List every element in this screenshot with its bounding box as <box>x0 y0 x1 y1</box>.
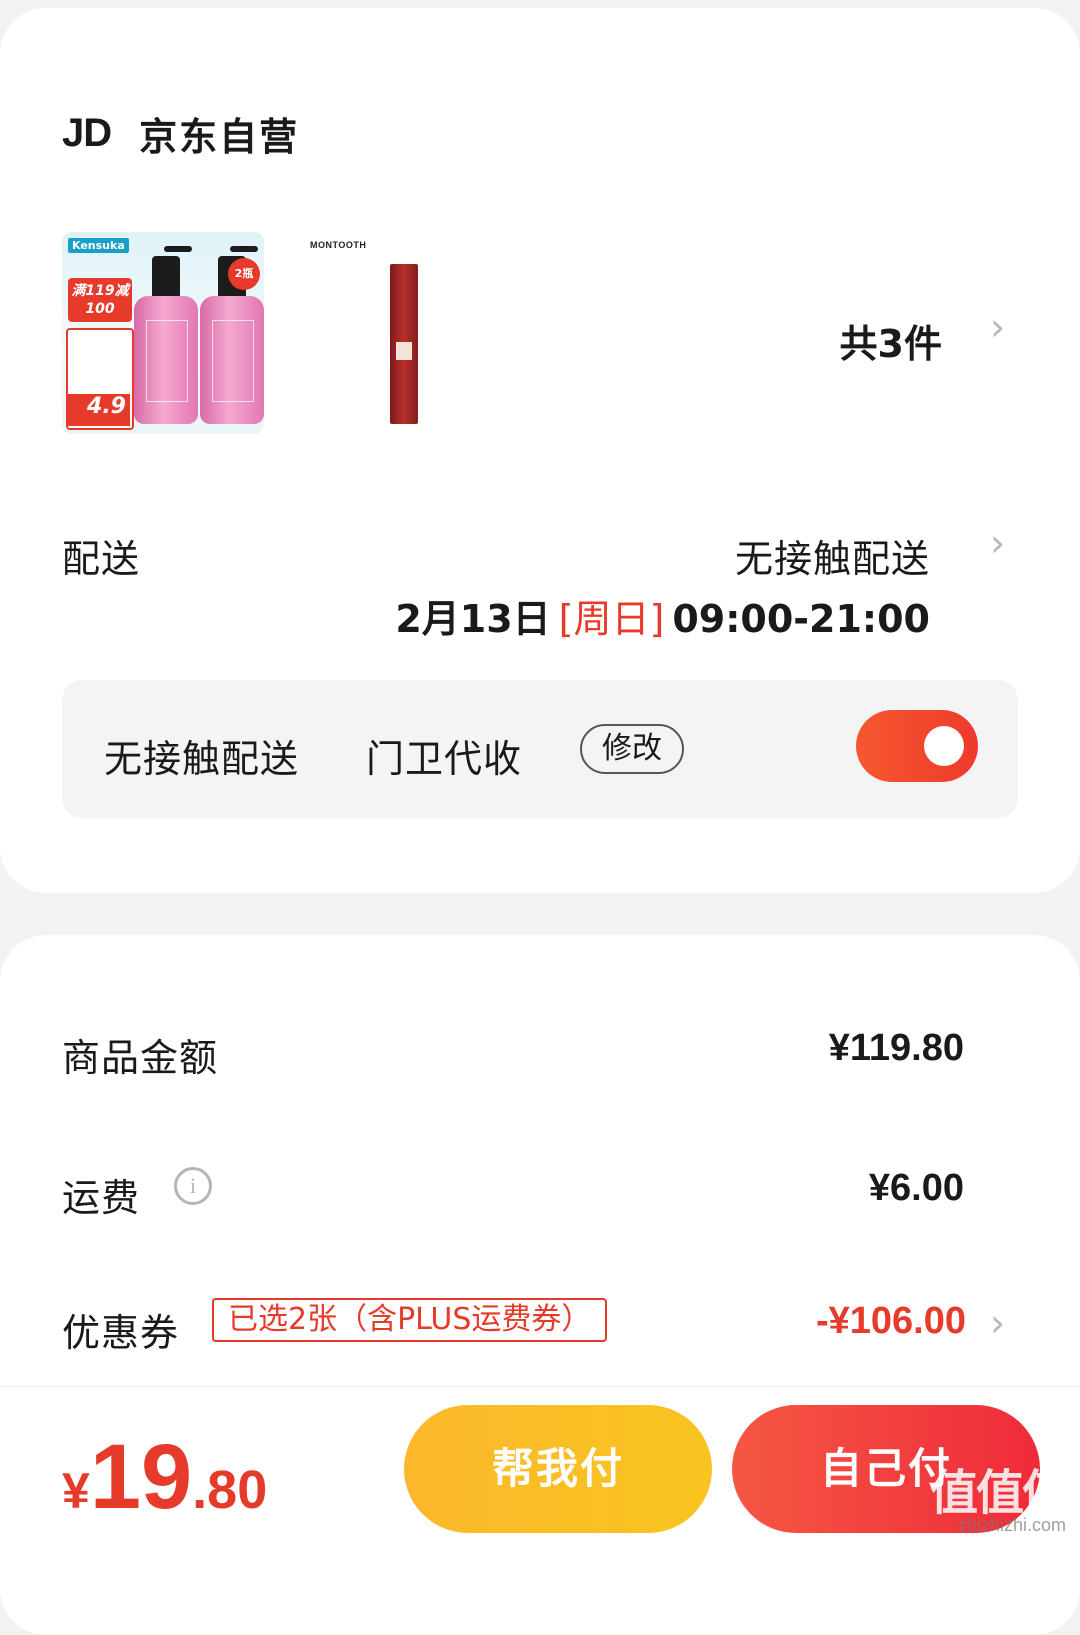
coupon-label: 优惠券 <box>62 1311 180 1355</box>
delivery-label: 配送 <box>62 537 141 581</box>
toggle-knob <box>924 726 964 766</box>
delivery-mode[interactable]: 无接触配送 <box>735 528 930 583</box>
promo-price: 4.9 <box>66 394 130 426</box>
watermark: 值值值 <box>929 1465 1070 1521</box>
info-icon[interactable]: i <box>174 1167 212 1205</box>
delivery-time[interactable]: 2月13日 [周日] 09:00-21:00 <box>395 588 930 643</box>
delivery-window: 09:00-21:00 <box>672 597 930 641</box>
checkout-bar: ¥19.80 帮我付 自己付 值值值 zhizhizhi.com <box>0 1386 1080 1550</box>
shipping-label: 运费 <box>62 1176 141 1220</box>
help-pay-button[interactable]: 帮我付 <box>404 1405 712 1533</box>
watermark-url: zhizhizhi.com <box>957 1515 1066 1535</box>
quantity-badge: 2瓶 <box>228 258 260 290</box>
bottle-image <box>134 246 198 424</box>
coupon-selected-tag[interactable]: 已选2张（含PLUS运费券） <box>212 1298 608 1342</box>
product-thumbnail-toothpaste[interactable]: MONTOOTH <box>304 232 506 434</box>
delivery-weekday: [周日] <box>558 597 665 641</box>
contactless-delivery-panel: 无接触配送 门卫代收 修改 <box>62 680 1018 818</box>
shipping-value: ¥6.00 <box>868 1167 964 1209</box>
stick-pack-image <box>390 264 418 424</box>
modify-button[interactable]: 修改 <box>580 724 684 774</box>
order-card: JD 京东自营 Kensuka 满119减100 4.9 2瓶 MONTOOTH… <box>0 8 1080 893</box>
chevron-right-icon[interactable]: › <box>990 308 1010 346</box>
jd-logo: JD <box>62 111 112 155</box>
product-brand-label: Kensuka <box>68 238 129 253</box>
promo-tag: 满119减100 <box>68 278 132 322</box>
product-brand-label: MONTOOTH <box>310 240 367 250</box>
total-integer: 19 <box>89 1426 193 1528</box>
goods-amount-value: ¥119.80 <box>828 1027 964 1069</box>
total-price: ¥19.80 <box>62 1425 267 1530</box>
coupon-value[interactable]: -¥106.00 <box>816 1300 966 1343</box>
chevron-right-icon[interactable]: › <box>990 524 1010 562</box>
item-count[interactable]: 共3件 <box>840 313 942 368</box>
bottle-image <box>200 246 264 424</box>
total-decimal: .80 <box>192 1460 268 1520</box>
contactless-label: 无接触配送 <box>104 737 300 781</box>
delivery-date: 2月13日 <box>395 597 551 641</box>
total-currency: ¥ <box>62 1463 90 1519</box>
chevron-right-icon[interactable]: › <box>990 1304 1010 1342</box>
shop-name: 京东自营 <box>139 115 300 159</box>
shop-header[interactable]: JD 京东自营 <box>62 106 299 161</box>
contactless-toggle[interactable] <box>856 710 978 782</box>
product-thumbnail-shower-gel[interactable]: Kensuka 满119减100 4.9 2瓶 <box>62 232 264 434</box>
contactless-option: 门卫代收 <box>366 737 523 781</box>
goods-amount-label: 商品金额 <box>62 1036 219 1080</box>
